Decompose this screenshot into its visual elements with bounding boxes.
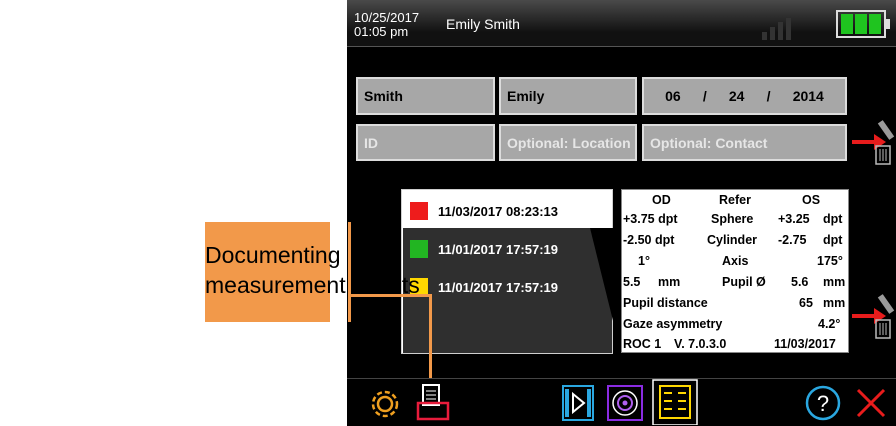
axis-label: Axis (722, 254, 749, 268)
birth-date-separator: / (702, 88, 707, 104)
measurement-item[interactable]: 11/03/2017 08:23:13 (410, 202, 558, 220)
status-swatch (410, 240, 428, 258)
pupil-row: 5.5 mm Pupil Ø 5.6 mm (622, 272, 848, 293)
video-icon[interactable] (560, 384, 596, 422)
cylinder-os-unit: dpt (823, 233, 843, 247)
refer-header: Refer (719, 193, 751, 207)
results-table: OD Refer OS +3.75 dpt Sphere +3.25 dpt -… (621, 189, 849, 353)
birth-day: 24 (728, 88, 745, 104)
svg-text:?: ? (817, 391, 829, 416)
callout-leader-horizontal (351, 294, 431, 297)
last-name-field[interactable]: Smith (356, 77, 495, 115)
measurement-timestamp: 11/03/2017 08:23:13 (438, 203, 558, 219)
birth-month: 06 (665, 88, 681, 104)
pupil-distance-label: Pupil distance (623, 296, 708, 310)
results-footer-row: ROC 1 V. 7.0.3.0 11/03/2017 (622, 334, 848, 355)
sphere-od: +3.75 dpt (623, 212, 678, 226)
sphere-os-unit: dpt (823, 212, 843, 226)
callout-line-1: Documenting the (205, 242, 379, 268)
results-date: 11/03/2017 (774, 337, 836, 351)
sphere-row: +3.75 dpt Sphere +3.25 dpt (622, 209, 848, 230)
gaze-asymmetry-row: Gaze asymmetry 4.2° (622, 314, 848, 335)
measurement-item[interactable]: 11/01/2017 17:57:19 (410, 278, 558, 296)
delete-patient-icon[interactable] (850, 118, 896, 168)
bottom-toolbar: ? (347, 378, 896, 426)
axis-os: 175° (817, 254, 843, 268)
callout-text: Documenting the measurement results (205, 240, 420, 300)
birth-year: 2014 (792, 88, 824, 104)
birth-date-separator: / (766, 88, 771, 104)
axis-od: 1° (638, 254, 650, 268)
contact-field[interactable]: Optional: Contact (642, 124, 847, 161)
pupil-od-unit: mm (658, 275, 681, 289)
cylinder-os: -2.75 (778, 233, 807, 247)
os-header: OS (802, 193, 821, 207)
gear-icon[interactable] (367, 385, 403, 423)
status-swatch (410, 202, 428, 220)
location-field[interactable]: Optional: Location (499, 124, 637, 161)
callout-line-2: measurement results (205, 272, 420, 298)
version-label: V. 7.0.3.0 (674, 337, 727, 351)
pupil-os: 5.6 (791, 275, 809, 289)
signal-icon (762, 18, 791, 40)
cylinder-od: -2.50 dpt (623, 233, 675, 247)
measurement-item[interactable]: 11/01/2017 17:57:19 (410, 240, 558, 258)
pupil-label: Pupil Ø (722, 275, 766, 289)
first-name-field[interactable]: Emily (499, 77, 637, 115)
patient-name: Emily Smith (446, 16, 520, 32)
time-text: 01:05 pm (354, 24, 409, 39)
target-icon[interactable] (606, 384, 644, 422)
gaze-asymmetry-label: Gaze asymmetry (623, 317, 723, 331)
pupil-os-unit: mm (823, 275, 846, 289)
pupil-od: 5.5 (623, 275, 641, 289)
results-icon[interactable] (652, 379, 698, 425)
birth-date-field[interactable]: 06 / 24 / 2014 (642, 77, 847, 115)
axis-row: 1° Axis 175° (622, 251, 848, 272)
id-field[interactable]: ID (356, 124, 495, 161)
help-icon[interactable]: ? (804, 384, 842, 422)
delete-measurement-icon[interactable] (850, 292, 896, 342)
measurement-timestamp: 11/01/2017 17:57:19 (438, 279, 558, 295)
pupil-distance-row: Pupil distance 65 mm (622, 293, 848, 314)
pupil-distance-value: 65 (799, 296, 813, 310)
sphere-label: Sphere (711, 212, 754, 226)
callout-leader-vertical (429, 294, 432, 378)
od-header: OD (652, 193, 671, 207)
callout-bracket (348, 222, 351, 322)
sphere-os: +3.25 (778, 212, 810, 226)
gaze-asymmetry-value: 4.2° (818, 317, 841, 331)
detail-pointer (590, 228, 621, 353)
results-header-row: OD Refer OS (622, 190, 848, 211)
status-bar: 10/25/2017 01:05 pm Emily Smith (347, 0, 896, 47)
date-text: 10/25/2017 (354, 10, 420, 25)
roc-label: ROC 1 (623, 337, 662, 351)
measurement-timestamp: 11/01/2017 17:57:19 (438, 241, 558, 257)
close-icon[interactable] (852, 384, 890, 422)
battery-icon (836, 10, 890, 38)
print-icon[interactable] (415, 383, 451, 423)
cylinder-row: -2.50 dpt Cylinder -2.75 dpt (622, 230, 848, 251)
cylinder-label: Cylinder (707, 233, 758, 247)
pupil-distance-unit: mm (823, 296, 846, 310)
